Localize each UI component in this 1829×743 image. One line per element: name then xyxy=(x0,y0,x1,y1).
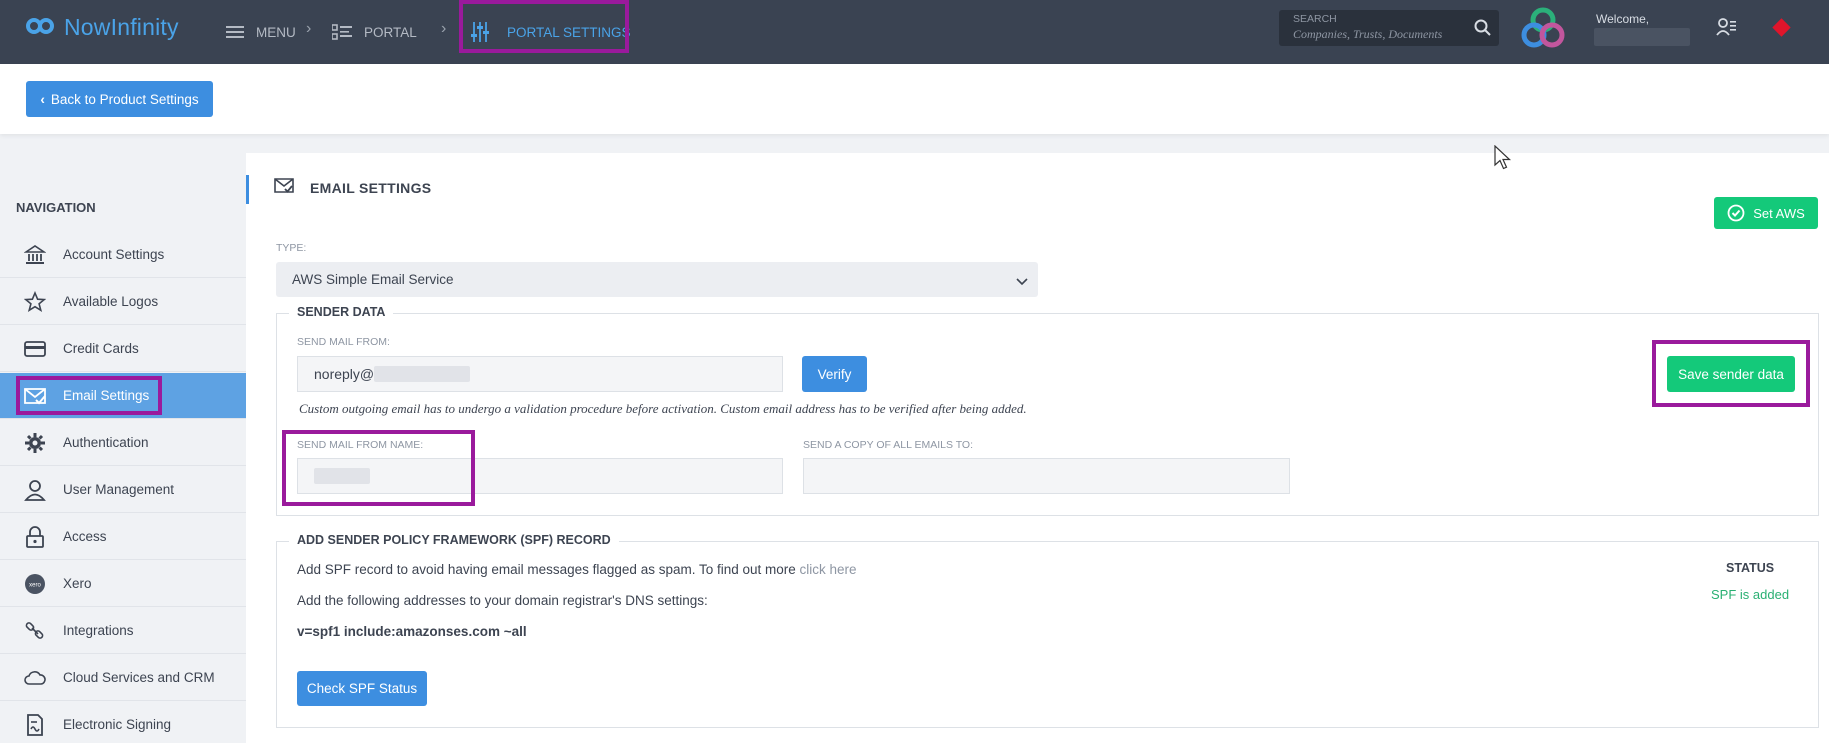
copy-to-input[interactable] xyxy=(803,458,1290,494)
check-spf-status-button[interactable]: Check SPF Status xyxy=(297,671,427,706)
logo[interactable]: NowInfinity xyxy=(26,12,179,42)
send-from-value: noreply@ xyxy=(314,366,375,382)
sidebar-item-label: Integrations xyxy=(63,623,134,638)
send-from-label: SEND MAIL FROM: xyxy=(297,336,390,348)
sidebar-item-label: Cloud Services and CRM xyxy=(63,670,215,685)
breadcrumb-separator-icon: › xyxy=(441,20,447,37)
verify-button[interactable]: Verify xyxy=(802,356,867,392)
status-label: STATUS xyxy=(1726,561,1775,575)
cloud-icon xyxy=(24,667,46,689)
user-settings-icon[interactable] xyxy=(1716,18,1736,41)
search-box[interactable]: SEARCH Companies, Trusts, Documents xyxy=(1279,10,1499,46)
spf-legend: ADD SENDER POLICY FRAMEWORK (SPF) RECORD xyxy=(289,533,619,547)
search-label: SEARCH xyxy=(1293,13,1337,25)
svg-text:xero: xero xyxy=(29,583,41,589)
sidebar-item-label: Access xyxy=(63,529,107,544)
set-aws-button[interactable]: Set AWS xyxy=(1714,197,1818,229)
action-bar xyxy=(0,64,1829,134)
logo-mark-icon xyxy=(26,14,60,40)
highlight-save-sender-data xyxy=(1652,340,1810,407)
mouse-cursor-icon xyxy=(1494,144,1512,176)
logo-text: NowInfinity xyxy=(64,13,179,40)
sidebar-item-xero[interactable]: xero Xero xyxy=(0,561,246,607)
type-select-value: AWS Simple Email Service xyxy=(292,272,454,287)
sidebar-item-label: Credit Cards xyxy=(63,341,139,356)
type-label: TYPE: xyxy=(276,242,307,254)
user-name-redacted xyxy=(1594,28,1690,46)
section-accent-bar xyxy=(246,175,249,204)
check-circle-icon xyxy=(1727,204,1745,222)
sidebar-title: NAVIGATION xyxy=(16,200,96,215)
xero-icon: xero xyxy=(24,573,46,595)
credit-card-icon xyxy=(24,338,46,360)
sidebar-item-credit-cards[interactable]: Credit Cards xyxy=(0,326,246,372)
spf-record: v=spf1 include:amazonses.com ~all xyxy=(297,624,527,639)
click-here-link[interactable]: click here xyxy=(800,562,857,577)
send-from-input[interactable]: noreply@ xyxy=(297,356,783,392)
spf-description: Add SPF record to avoid having email mes… xyxy=(297,562,857,577)
sidebar-item-integrations[interactable]: Integrations xyxy=(0,608,246,654)
set-aws-label: Set AWS xyxy=(1753,205,1805,221)
sidebar-item-access[interactable]: Access xyxy=(0,514,246,560)
sidebar-item-label: User Management xyxy=(63,482,175,497)
search-icon[interactable] xyxy=(1474,19,1491,41)
spf-status-value: SPF is added xyxy=(1711,587,1790,602)
back-button-label: Back to Product Settings xyxy=(50,91,199,107)
validation-note: Custom outgoing email has to undergo a v… xyxy=(299,401,1027,416)
sidebar-item-label: Electronic Signing xyxy=(63,717,172,732)
sidebar-item-account-settings[interactable]: Account Settings xyxy=(0,232,246,278)
link-icon xyxy=(24,620,46,642)
menu-button[interactable]: MENU xyxy=(226,0,296,64)
sidebar-item-cloud-services-crm[interactable]: Cloud Services and CRM xyxy=(0,655,246,701)
welcome-text: Welcome, xyxy=(1596,12,1650,26)
breadcrumb-portal[interactable]: PORTAL xyxy=(332,0,417,64)
chevron-left-icon: ‹ xyxy=(40,91,45,107)
sender-data-legend: SENDER DATA xyxy=(289,305,394,319)
menu-label: MENU xyxy=(256,24,296,40)
bank-icon xyxy=(24,244,46,266)
star-icon xyxy=(24,291,46,313)
sidebar-item-label: Xero xyxy=(63,576,92,591)
chevron-down-icon xyxy=(1016,274,1028,289)
email-check-icon xyxy=(274,178,294,199)
highlight-portal-settings xyxy=(459,0,629,53)
spf-instructions: Add the following addresses to your doma… xyxy=(297,593,708,608)
sidebar-item-electronic-signing[interactable]: Electronic Signing xyxy=(0,702,246,743)
hamburger-icon xyxy=(226,25,244,39)
sidebar-item-user-management[interactable]: User Management xyxy=(0,467,246,513)
sidebar-item-label: Account Settings xyxy=(63,247,165,262)
highlight-email-settings xyxy=(16,376,162,415)
gear-icon xyxy=(24,432,46,454)
search-input[interactable]: Companies, Trusts, Documents xyxy=(1293,27,1442,42)
user-icon xyxy=(24,479,46,501)
sidebar-item-available-logos[interactable]: Available Logos xyxy=(0,279,246,325)
lock-icon xyxy=(24,526,46,548)
page-title: EMAIL SETTINGS xyxy=(310,180,432,196)
type-select[interactable]: AWS Simple Email Service xyxy=(276,262,1038,297)
signing-icon xyxy=(24,714,46,736)
back-to-product-settings-button[interactable]: ‹ Back to Product Settings xyxy=(26,81,213,117)
sidebar-item-authentication[interactable]: Authentication xyxy=(0,420,246,466)
company-avatar[interactable] xyxy=(1519,6,1567,50)
domain-redacted xyxy=(374,366,471,382)
copy-to-label: SEND A COPY OF ALL EMAILS TO: xyxy=(803,439,974,451)
sidebar-item-label: Authentication xyxy=(63,435,149,450)
highlight-from-name xyxy=(282,430,475,506)
list-icon xyxy=(332,24,352,40)
sidebar-item-label: Available Logos xyxy=(63,294,159,309)
breadcrumb-portal-label: PORTAL xyxy=(364,24,417,40)
spf-description-text: Add SPF record to avoid having email mes… xyxy=(297,562,796,577)
breadcrumb-separator-icon: › xyxy=(306,20,312,37)
